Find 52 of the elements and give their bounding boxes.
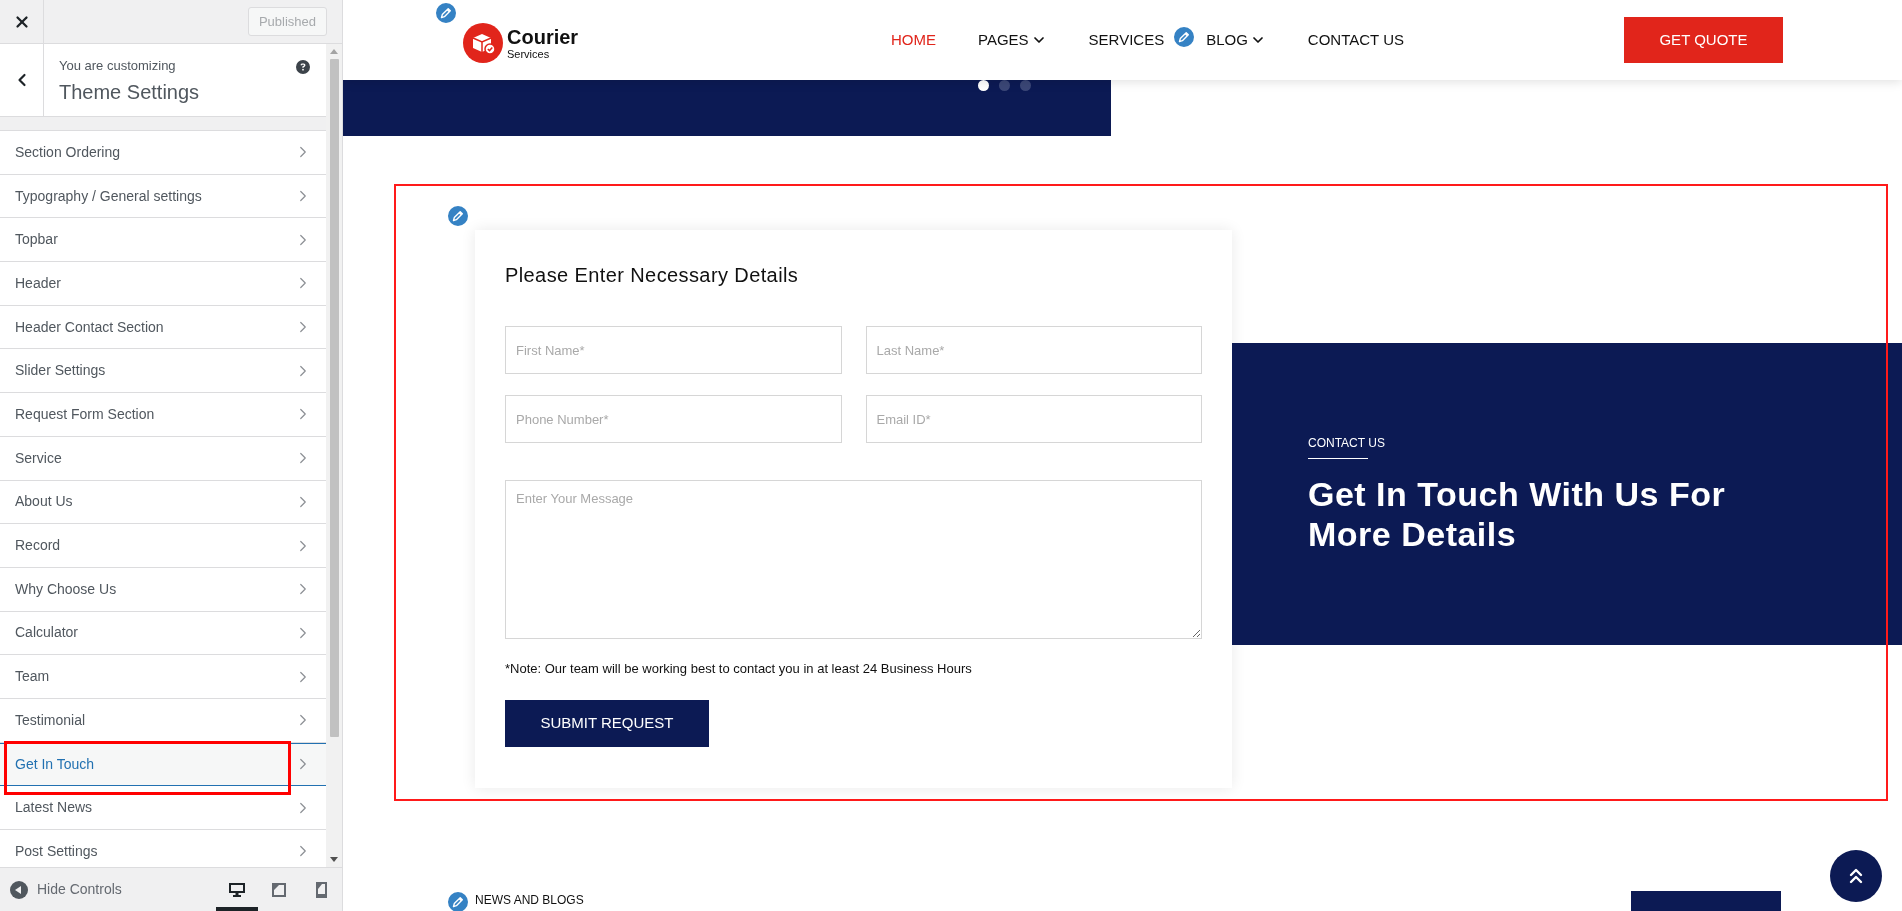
section-menu-item[interactable]: Latest News [0, 786, 326, 830]
section-menu-item[interactable]: Team [0, 655, 326, 699]
news-eyebrow: NEWS AND BLOGS [475, 893, 584, 907]
message-textarea[interactable]: Enter Your Message [505, 480, 1202, 639]
scroll-top-button[interactable] [1830, 850, 1882, 902]
text-input[interactable]: First Name* [505, 326, 842, 374]
pencil-icon[interactable] [446, 204, 470, 228]
form-title: Please Enter Necessary Details [505, 263, 800, 287]
scroll-up-icon[interactable] [330, 49, 338, 54]
text-input[interactable]: Phone Number* [505, 395, 842, 443]
tablet-icon [271, 881, 287, 898]
logo-name: Courier [507, 25, 579, 48]
nav-link[interactable]: CONTACT US [1307, 28, 1404, 52]
section-menu-item[interactable]: Topbar [0, 218, 326, 263]
customizing-caption: You are customizing [59, 57, 176, 75]
section-menu-item[interactable]: Get In Touch [0, 742, 326, 787]
nav-link[interactable]: HOME [891, 28, 936, 52]
get-quote-button[interactable]: GET QUOTE [1624, 17, 1783, 63]
section-menu-item[interactable]: Request Form Section [0, 393, 326, 437]
section-menu-item[interactable]: Header [0, 262, 326, 306]
section-menu-item[interactable]: Slider Settings [0, 349, 326, 394]
nav-link[interactable]: SERVICES [1088, 28, 1165, 52]
pencil-icon[interactable] [434, 1, 458, 25]
mobile-icon [315, 881, 327, 898]
pencil-icon[interactable] [446, 890, 470, 911]
scroll-down-icon[interactable] [330, 857, 338, 862]
hide-controls-button[interactable]: Hide Controls [0, 879, 122, 900]
section-menu-item[interactable]: Typography / General settings [0, 174, 326, 219]
pencil-icon[interactable] [1172, 24, 1197, 49]
section-menu-item[interactable]: Post Settings [0, 830, 326, 867]
section-menu-item[interactable]: Record [0, 524, 326, 568]
section-menu-item[interactable]: Testimonial [0, 698, 326, 743]
section-menu-item[interactable]: Section Ordering [0, 131, 326, 175]
contact-eyebrow: CONTACT US [1308, 436, 1385, 450]
section-menu-item[interactable]: Service [0, 436, 326, 481]
logo-icon [463, 23, 503, 63]
nav-link[interactable]: PAGES [978, 28, 1029, 52]
contact-heading: Get In Touch With Us For More Details [1308, 474, 1727, 554]
section-menu-item[interactable]: Calculator [0, 611, 326, 656]
section-menu-item[interactable]: Why Choose Us [0, 567, 326, 612]
submit-request-button[interactable]: SUBMIT REQUEST [505, 700, 709, 747]
nav-link[interactable]: BLOG [1206, 28, 1248, 52]
section-menu-item[interactable]: About Us [0, 480, 326, 525]
section-menu-item[interactable]: Header Contact Section [0, 305, 326, 350]
panel-title: Theme Settings [59, 80, 200, 105]
help-icon[interactable] [296, 60, 310, 74]
text-input[interactable]: Email ID* [865, 395, 1202, 443]
form-note: *Note: Our team will be working best to contact you in at least 24 Business Hours [505, 661, 973, 677]
logo-tagline: Services [507, 47, 551, 61]
desktop-icon [229, 881, 245, 898]
scrollbar-thumb[interactable] [329, 59, 339, 737]
text-input[interactable]: Last Name* [865, 326, 1202, 374]
